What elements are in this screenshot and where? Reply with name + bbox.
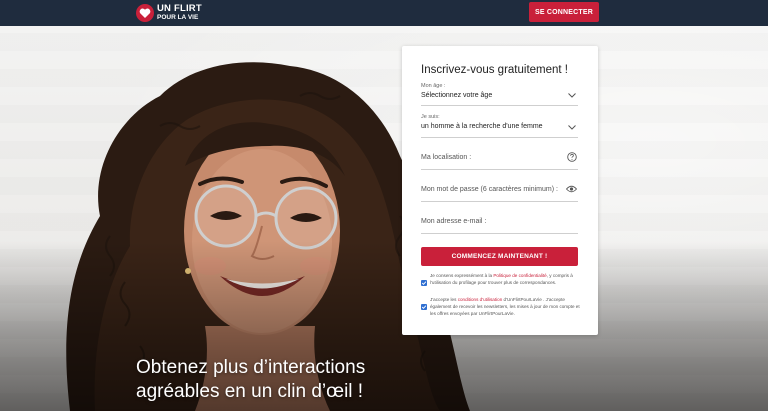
email-input[interactable]: Mon adresse e-mail : xyxy=(421,218,578,234)
start-now-button[interactable]: COMMENCEZ MAINTENANT ! xyxy=(421,247,578,266)
privacy-consent-before: Je consens expressément à la xyxy=(430,273,494,278)
form-title: Inscrivez-vous gratuitement ! xyxy=(421,64,569,76)
location-placeholder: Ma localisation : xyxy=(421,154,472,161)
seeking-label: Je suis: xyxy=(421,114,440,120)
logo-text: UN FLIRT POUR LA VIE xyxy=(157,2,202,22)
privacy-consent: Je consens expressément à la Politique d… xyxy=(421,272,581,286)
password-input[interactable]: Mon mot de passe (6 caractères minimum) … xyxy=(421,185,578,202)
tagline-line2: agréables en un clin d’œil ! xyxy=(136,381,364,402)
hero-tagline: Obtenez plus d’interactions agréables en… xyxy=(136,356,365,404)
chevron-down-icon xyxy=(568,93,576,98)
privacy-policy-link[interactable]: Politique de confidentialité xyxy=(493,273,546,278)
age-select[interactable]: Mon âge : Sélectionnez votre âge xyxy=(421,83,578,106)
site-logo[interactable]: UN FLIRT POUR LA VIE xyxy=(136,3,202,23)
terms-consent: J'accepte les conditions d'utilisation d… xyxy=(421,296,581,317)
check-icon xyxy=(421,305,427,309)
login-button[interactable]: SE CONNECTER xyxy=(529,2,599,22)
question-icon[interactable] xyxy=(567,152,577,162)
age-value: Sélectionnez votre âge xyxy=(421,92,493,99)
logo-line1: UN FLIRT xyxy=(157,2,202,14)
top-navbar: UN FLIRT POUR LA VIE SE CONNECTER xyxy=(0,0,768,26)
logo-line2: POUR LA VIE xyxy=(157,13,199,21)
privacy-consent-text: Je consens expressément à la Politique d… xyxy=(430,272,581,286)
terms-consent-text: J'accepte les conditions d'utilisation d… xyxy=(430,296,581,317)
heart-icon xyxy=(136,4,154,22)
terms-link[interactable]: conditions d'utilisation xyxy=(458,297,503,302)
signup-form-card: Inscrivez-vous gratuitement ! Mon âge : … xyxy=(402,46,598,335)
age-label: Mon âge : xyxy=(421,83,446,89)
check-icon xyxy=(421,281,427,285)
email-placeholder: Mon adresse e-mail : xyxy=(421,218,487,225)
location-input[interactable]: Ma localisation : xyxy=(421,152,578,170)
terms-checkbox[interactable] xyxy=(421,304,427,310)
password-placeholder: Mon mot de passe (6 caractères minimum) … xyxy=(421,186,558,193)
seeking-value: un homme à la recherche d'une femme xyxy=(421,123,543,130)
chevron-down-icon xyxy=(568,125,576,130)
eye-icon[interactable] xyxy=(566,185,577,193)
terms-consent-before: J'accepte les xyxy=(430,297,458,302)
bottom-gradient xyxy=(0,241,768,411)
hero-section: Obtenez plus d’interactions agréables en… xyxy=(0,26,768,411)
tagline-line1: Obtenez plus d’interactions xyxy=(136,357,366,378)
seeking-select[interactable]: Je suis: un homme à la recherche d'une f… xyxy=(421,114,578,138)
privacy-checkbox[interactable] xyxy=(421,280,427,286)
